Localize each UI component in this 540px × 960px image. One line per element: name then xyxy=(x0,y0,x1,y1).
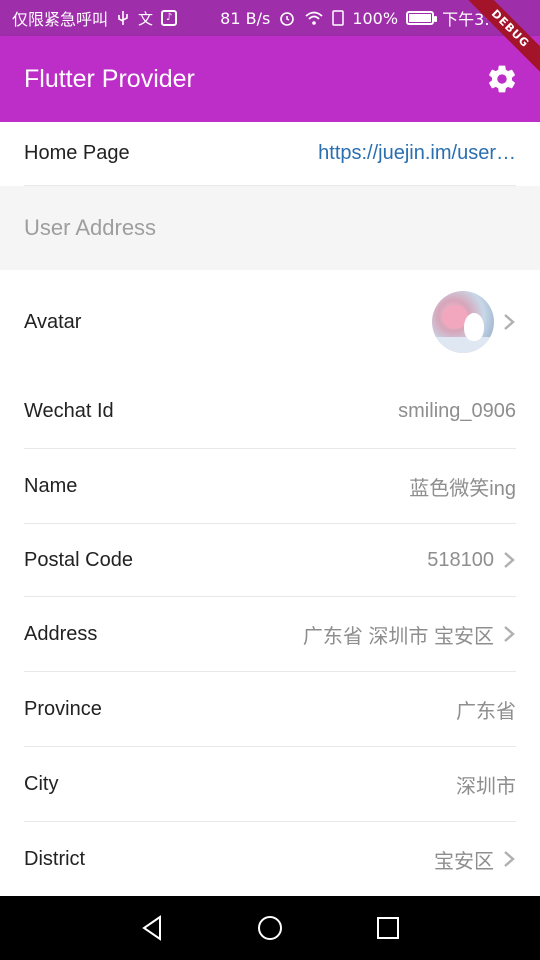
avatar-label: Avatar xyxy=(24,310,82,333)
wifi-icon xyxy=(304,10,324,26)
postal-code-value-group: 518100 xyxy=(427,549,516,572)
city-label: City xyxy=(24,772,59,795)
home-button[interactable] xyxy=(255,913,285,943)
wechat-id-label: Wechat Id xyxy=(24,399,114,422)
settings-button[interactable] xyxy=(484,61,520,97)
postal-code-row[interactable]: Postal Code 518100 xyxy=(0,524,540,596)
province-value: 广东省 xyxy=(456,700,516,723)
network-speed: 81 B/s xyxy=(220,8,271,28)
address-label: Address xyxy=(24,622,98,645)
wechat-id-row[interactable]: Wechat Id smiling_0906 xyxy=(0,374,540,448)
sim-icon xyxy=(332,10,345,26)
district-row[interactable]: District 宝安区 xyxy=(0,822,540,896)
home-page-label: Home Page xyxy=(24,141,130,164)
postal-code-label: Postal Code xyxy=(24,548,133,571)
alarm-icon xyxy=(278,9,296,27)
circle-home-icon xyxy=(258,916,282,940)
chevron-right-icon xyxy=(504,552,515,568)
province-row[interactable]: Province 广东省 xyxy=(0,672,540,746)
chevron-right-icon xyxy=(504,314,515,330)
avatar-value xyxy=(432,291,516,353)
recents-button[interactable] xyxy=(373,913,403,943)
system-nav-bar xyxy=(0,896,540,960)
usb-icon xyxy=(116,10,130,26)
status-left: 仅限紧急呼叫 文 ♪ xyxy=(12,6,178,30)
home-page-link[interactable]: https://juejin.im/user… xyxy=(318,142,516,165)
battery-percent: 100% xyxy=(352,8,399,28)
address-value: 广东省 深圳市 宝安区 xyxy=(302,625,494,648)
gear-icon xyxy=(489,65,515,93)
chevron-right-icon xyxy=(504,851,515,867)
name-row[interactable]: Name 蓝色微笑ing xyxy=(0,449,540,523)
name-value: 蓝色微笑ing xyxy=(409,477,516,500)
app-bar: Flutter Provider xyxy=(0,36,540,122)
city-row[interactable]: City 深圳市 xyxy=(0,747,540,821)
avatar-row[interactable]: Avatar xyxy=(0,270,540,374)
avatar xyxy=(432,291,494,353)
address-row[interactable]: Address 广东省 深圳市 宝安区 xyxy=(0,597,540,671)
battery-icon xyxy=(406,11,438,25)
music-icon: ♪ xyxy=(161,10,178,26)
district-label: District xyxy=(24,847,86,870)
triangle-back-icon xyxy=(142,915,161,941)
province-label: Province xyxy=(24,697,102,720)
address-value-group: 广东省 深圳市 宝安区 xyxy=(303,620,516,649)
postal-code-value: 518100 xyxy=(427,548,494,571)
name-label: Name xyxy=(24,474,78,497)
app-title: Flutter Provider xyxy=(24,64,195,93)
square-recents-icon xyxy=(377,917,399,939)
back-button[interactable] xyxy=(137,913,167,943)
section-header: User Address xyxy=(0,186,540,270)
wechat-id-value: smiling_0906 xyxy=(398,399,516,422)
settings-list: Home Page https://juejin.im/user… User A… xyxy=(0,122,540,896)
chevron-right-icon xyxy=(504,626,515,642)
status-bar: 仅限紧急呼叫 文 ♪ 81 B/s 100% 下午3:40 xyxy=(0,0,540,36)
district-value-group: 宝安区 xyxy=(434,845,516,874)
city-value: 深圳市 xyxy=(456,775,516,798)
carrier-text: 仅限紧急呼叫 xyxy=(12,10,109,29)
district-value: 宝安区 xyxy=(434,850,494,873)
home-page-row[interactable]: Home Page https://juejin.im/user… xyxy=(0,122,540,184)
translate-icon: 文 xyxy=(138,9,154,28)
